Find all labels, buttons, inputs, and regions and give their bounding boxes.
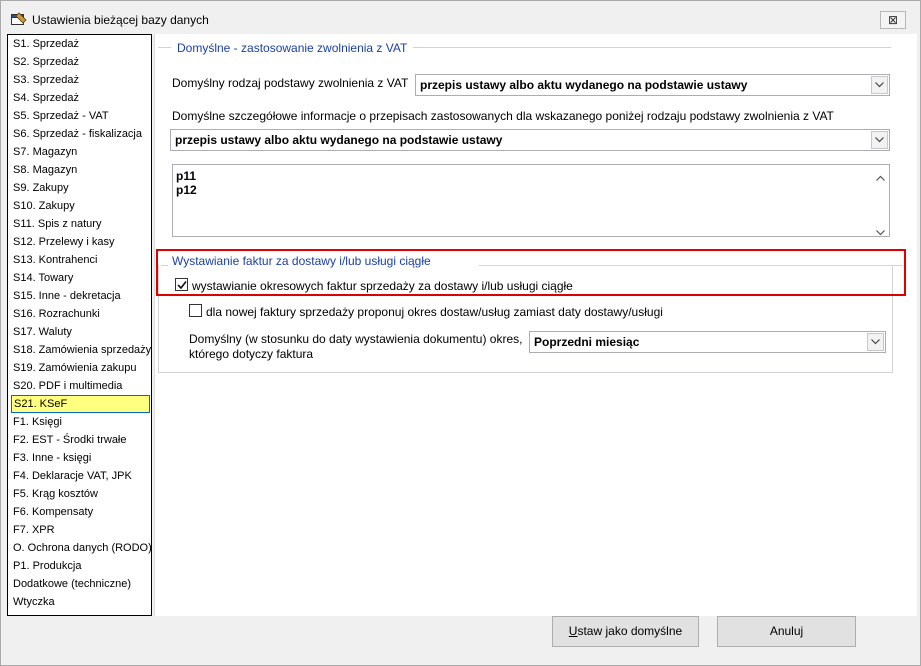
database-settings-icon xyxy=(11,12,27,26)
default-period-value: Poprzedni miesiąc xyxy=(534,335,640,349)
sidebar-item[interactable]: S5. Sprzedaż - VAT xyxy=(8,107,151,125)
sidebar-item[interactable]: S9. Zakupy xyxy=(8,179,151,197)
propose-period-label[interactable]: dla nowej faktury sprzedaży proponuj okr… xyxy=(206,305,663,319)
default-period-label-line2: którego dotyczy faktura xyxy=(189,347,314,361)
sidebar-item[interactable]: F5. Krąg kosztów xyxy=(8,485,151,503)
sidebar-item[interactable]: F1. Księgi xyxy=(8,413,151,431)
sidebar-item[interactable]: S8. Magazyn xyxy=(8,161,151,179)
exemption-details-label: Domyślne szczegółowe informacje o przepi… xyxy=(172,109,834,123)
sidebar-item[interactable]: F6. Kompensaty xyxy=(8,503,151,521)
sidebar-item[interactable]: S21. KSeF xyxy=(11,395,150,413)
sidebar-item[interactable]: S1. Sprzedaż xyxy=(8,35,151,53)
exemption-basis-label: Domyślny rodzaj podstawy zwolnienia z VA… xyxy=(172,76,409,90)
sidebar-item[interactable]: S17. Waluty xyxy=(8,323,151,341)
default-period-select[interactable]: Poprzedni miesiąc xyxy=(529,331,886,353)
sidebar-item[interactable]: S15. Inne - dekretacja xyxy=(8,287,151,305)
sidebar-item[interactable]: S14. Towary xyxy=(8,269,151,287)
sidebar-item[interactable]: S12. Przelewy i kasy xyxy=(8,233,151,251)
propose-period-checkbox[interactable] xyxy=(189,304,202,317)
sidebar-item[interactable]: P1. Produkcja xyxy=(8,557,151,575)
invoice-section-title: Wystawianie faktur za dostawy i/lub usłu… xyxy=(168,254,435,268)
vat-group-line-left xyxy=(158,47,171,48)
chevron-down-icon[interactable] xyxy=(871,131,888,149)
exemption-basis-select[interactable]: przepis ustawy albo aktu wydanego na pod… xyxy=(415,74,890,96)
sidebar-item[interactable]: S6. Sprzedaż - fiskalizacja xyxy=(8,125,151,143)
sidebar-item[interactable]: F7. XPR xyxy=(8,521,151,539)
cancel-button[interactable]: Anuluj xyxy=(717,616,856,647)
sidebar-item[interactable]: S10. Zakupy xyxy=(8,197,151,215)
sidebar-item[interactable]: S3. Sprzedaż xyxy=(8,71,151,89)
settings-window: Ustawienia bieżącej bazy danych ⊠ S1. Sp… xyxy=(0,0,921,666)
close-button[interactable]: ⊠ xyxy=(880,11,906,29)
close-icon: ⊠ xyxy=(887,13,899,27)
settings-category-list[interactable]: S1. Sprzedaż S2. Sprzedaż S3. Sprzedaż S4. … xyxy=(7,34,152,616)
sidebar-item[interactable]: S2. Sprzedaż xyxy=(8,53,151,71)
sidebar-item[interactable]: Dodatkowe (techniczne) xyxy=(8,575,151,593)
default-period-label-line1: Domyślny (w stosunku do daty wystawienia… xyxy=(189,332,523,346)
sidebar-item[interactable]: O. Ochrona danych (RODO) xyxy=(8,539,151,557)
scroll-down-icon[interactable] xyxy=(876,225,885,239)
sidebar-item[interactable]: S18. Zamówienia sprzedaży xyxy=(8,341,151,359)
sidebar-item[interactable]: S11. Spis z natury xyxy=(8,215,151,233)
sidebar-item[interactable]: S16. Rozrachunki xyxy=(8,305,151,323)
vat-section-title: Domyślne - zastosowanie zwolnienia z VAT xyxy=(173,41,412,55)
sidebar-item[interactable]: S4. Sprzedaż xyxy=(8,89,151,107)
vat-group-line-right xyxy=(413,47,891,48)
chevron-down-icon[interactable] xyxy=(867,333,884,351)
invoice-group-line-right xyxy=(479,265,903,266)
sidebar-item[interactable]: S20. PDF i multimedia xyxy=(8,377,151,395)
exemption-basis-value: przepis ustawy albo aktu wydanego na pod… xyxy=(420,78,748,92)
sidebar-item[interactable]: S13. Kontrahenci xyxy=(8,251,151,269)
provision-line: p11 xyxy=(176,169,197,183)
sidebar-item[interactable]: F3. Inne - księgi xyxy=(8,449,151,467)
textarea-scrollbar[interactable] xyxy=(872,165,889,236)
periodic-invoices-label[interactable]: wystawianie okresowych faktur sprzedaży … xyxy=(192,279,573,293)
sidebar-item[interactable]: S7. Magazyn xyxy=(8,143,151,161)
sidebar-item[interactable]: F4. Deklaracje VAT, JPK xyxy=(8,467,151,485)
chevron-down-icon[interactable] xyxy=(871,76,888,94)
exemption-details-select[interactable]: przepis ustawy albo aktu wydanego na pod… xyxy=(170,129,890,151)
window-title: Ustawienia bieżącej bazy danych xyxy=(32,13,209,27)
sidebar-item[interactable]: Wtyczka xyxy=(8,593,151,611)
exemption-details-value: przepis ustawy albo aktu wydanego na pod… xyxy=(175,133,503,147)
exemption-provisions-textarea[interactable]: p11 p12 xyxy=(172,164,890,237)
sidebar-item[interactable]: S19. Zamówienia zakupu xyxy=(8,359,151,377)
scroll-up-icon[interactable] xyxy=(876,170,885,184)
title-bar: Ustawienia bieżącej bazy danych ⊠ xyxy=(1,1,920,35)
checkmark-icon xyxy=(177,281,187,290)
set-as-default-button[interactable]: Ustaw jako domyślne xyxy=(552,616,699,647)
provision-line: p12 xyxy=(176,183,197,197)
periodic-invoices-checkbox[interactable] xyxy=(175,278,188,291)
sidebar-item[interactable]: F2. EST - Środki trwałe xyxy=(8,431,151,449)
